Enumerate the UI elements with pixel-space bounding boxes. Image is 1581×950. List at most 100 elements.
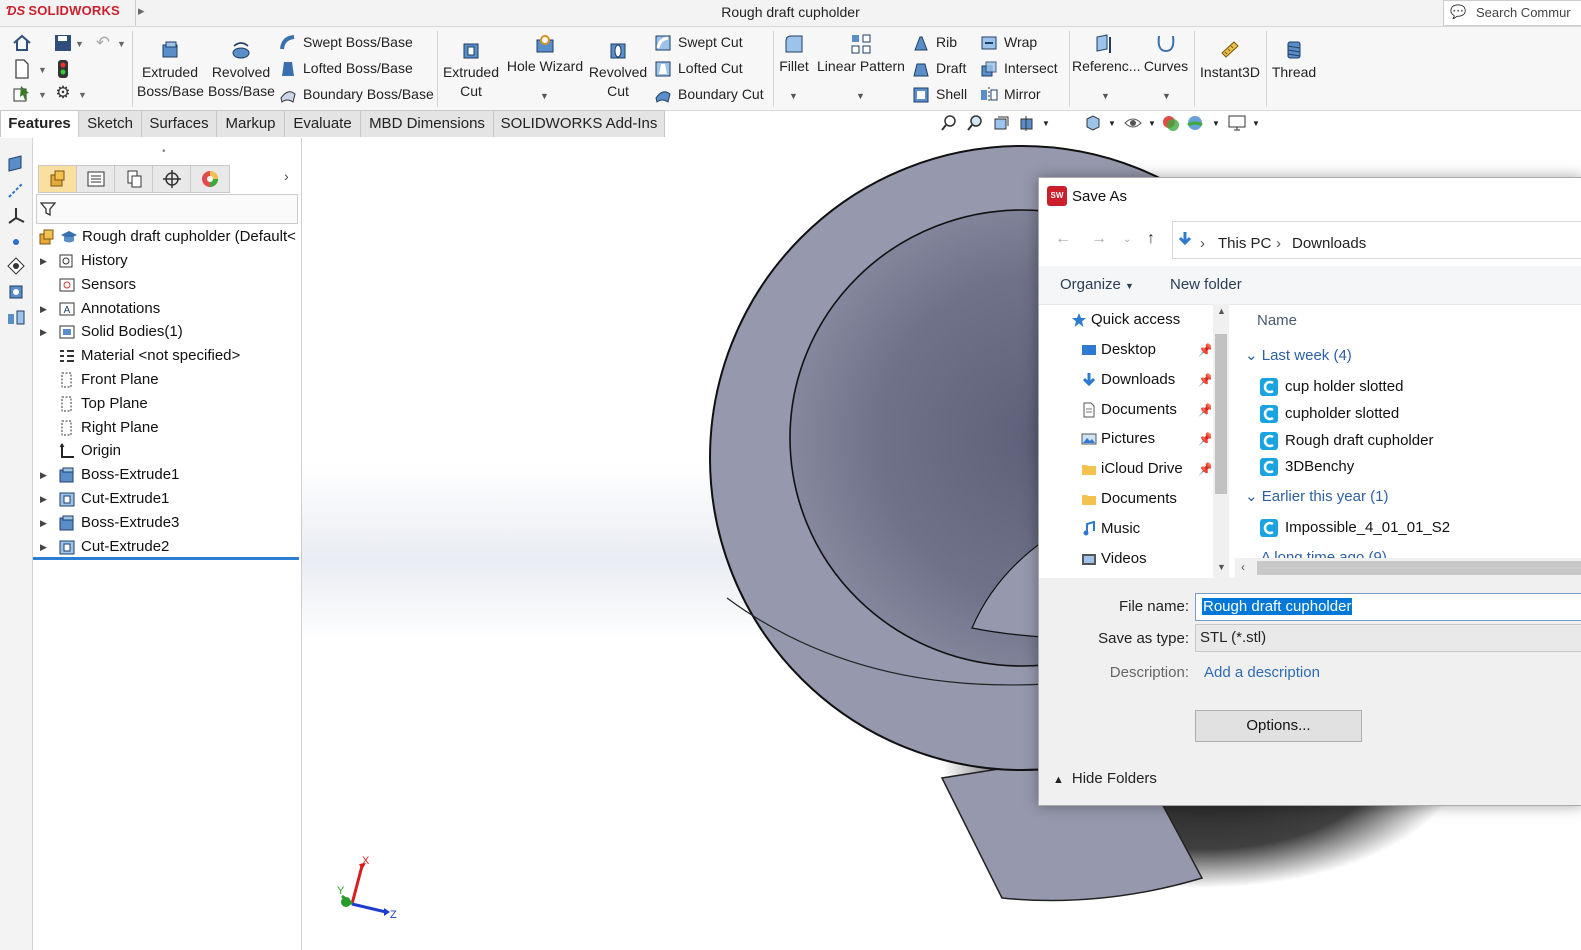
settings-dropdown-icon[interactable]: ▼ (1252, 119, 1270, 137)
organize-menu[interactable]: Organize ▼ (1060, 276, 1134, 293)
dialog-title-bar[interactable]: SW Save As (1039, 178, 1581, 214)
tab-mbd-dimensions[interactable]: MBD Dimensions (360, 110, 494, 137)
mirror-button[interactable]: Mirror (980, 82, 1041, 106)
mate-reference-icon[interactable] (6, 256, 26, 276)
options-button[interactable]: Options... (1195, 710, 1362, 742)
extruded-cut-button[interactable]: Extruded Cut (440, 35, 502, 101)
expand-arrow-icon[interactable]: ▶ (40, 487, 47, 511)
lofted-cut-button[interactable]: Lofted Cut (654, 56, 743, 80)
boundary-cut-button[interactable]: Boundary Cut (654, 82, 764, 106)
new-dropdown-icon[interactable]: ▼ (38, 65, 47, 75)
select-icon[interactable] (11, 84, 33, 109)
search-commands-box[interactable]: 💬 Search Commur (1443, 0, 1581, 26)
expand-arrow-icon[interactable]: ▶ (40, 535, 47, 559)
nav-item[interactable]: Videos (1081, 545, 1209, 573)
point-icon[interactable] (6, 232, 26, 252)
thread-button[interactable]: Thread (1270, 35, 1318, 82)
view-settings-monitor-icon[interactable] (1228, 114, 1246, 132)
new-document-icon[interactable] (11, 59, 33, 84)
fillet-button[interactable]: Fillet (777, 29, 811, 76)
group-collapse-chevron-icon[interactable]: ⌄ (1245, 488, 1262, 505)
tabs-expand-chevron-icon[interactable]: › (284, 168, 289, 184)
fillet-dropdown-icon[interactable]: ▼ (789, 91, 798, 101)
sketch-plane-icon[interactable] (6, 154, 26, 174)
tab-features[interactable]: Features (0, 110, 79, 137)
display-manager-tab[interactable] (190, 165, 230, 193)
intersect-button[interactable]: Intersect (980, 56, 1058, 80)
options-gear-icon[interactable]: ⚙ (52, 83, 74, 103)
tab-solidworks-add-ins[interactable]: SOLIDWORKS Add-Ins (493, 110, 665, 137)
display-style-icon[interactable] (1124, 114, 1142, 132)
revolved-boss-button[interactable]: Revolved Boss/Base (208, 35, 275, 101)
linear-pattern-dropdown-icon[interactable]: ▼ (856, 91, 865, 101)
reference-dropdown-icon[interactable]: ▼ (1101, 91, 1110, 101)
section-view-icon[interactable] (1018, 114, 1036, 132)
linear-pattern-button[interactable]: Linear Pattern (816, 29, 906, 76)
configurationmanager-tab[interactable] (114, 165, 154, 193)
save-dropdown-icon[interactable]: ▼ (75, 39, 84, 49)
recent-locations-chevron-icon[interactable]: ⌄ (1123, 234, 1131, 245)
expand-arrow-icon[interactable]: ▶ (40, 511, 47, 535)
save-icon[interactable] (52, 33, 74, 58)
forward-arrow-icon[interactable]: → (1091, 230, 1107, 248)
tree-rollback-bar[interactable] (33, 557, 299, 560)
curves-button[interactable]: Curves (1140, 29, 1192, 76)
solidworks-logo[interactable]: ƊS SOLIDWORKS ▸ (6, 3, 145, 19)
hole-wizard-dropdown-icon[interactable]: ▼ (540, 91, 549, 101)
draft-button[interactable]: Draft (912, 56, 966, 80)
rebuild-traffic-light-icon[interactable] (52, 59, 74, 84)
undo-dropdown-icon[interactable]: ▼ (117, 39, 126, 49)
rib-button[interactable]: Rib (912, 30, 957, 54)
tab-evaluate[interactable]: Evaluate (284, 110, 361, 137)
measure-icon[interactable] (6, 308, 26, 328)
reference-geometry-button[interactable]: Referenc... (1072, 29, 1140, 76)
nav-item[interactable]: iCloud Drive 📌 (1081, 455, 1211, 483)
nav-item[interactable]: Desktop 📌 (1081, 336, 1211, 364)
instant3d-button[interactable]: Instant3D (1197, 35, 1263, 82)
breadcrumb-downloads[interactable]: Downloads (1292, 235, 1366, 252)
hide-folders-toggle[interactable]: ▲ Hide Folders (1053, 770, 1157, 787)
lofted-boss-button[interactable]: Lofted Boss/Base (279, 56, 413, 80)
file-group-header[interactable]: ⌄ Last week (4) (1245, 346, 1352, 364)
view-dropdown-icon[interactable]: ▼ (1042, 119, 1060, 137)
edit-appearance-icon[interactable] (1162, 114, 1180, 132)
home-icon[interactable] (11, 33, 33, 58)
file-group-header[interactable]: ⌄ Earlier this year (1) (1245, 487, 1388, 505)
select-dropdown-icon[interactable]: ▼ (38, 90, 47, 100)
line-dashed-icon[interactable] (6, 180, 26, 200)
add-description-link[interactable]: Add a description (1204, 664, 1320, 681)
expand-arrow-icon[interactable]: ▶ (40, 320, 47, 344)
expand-arrow-icon[interactable]: ▶ (40, 249, 47, 273)
expand-arrow-icon[interactable]: ▶ (40, 297, 47, 321)
zoom-to-area-icon[interactable] (966, 114, 984, 132)
panel-grip-dot[interactable]: • (162, 146, 166, 157)
curves-dropdown-icon[interactable]: ▼ (1162, 91, 1171, 101)
tab-surfaces[interactable]: Surfaces (141, 110, 217, 137)
back-arrow-icon[interactable]: ← (1055, 230, 1071, 248)
file-name-input[interactable]: Rough draft cupholder (1195, 593, 1581, 621)
bounding-box-icon[interactable] (6, 282, 26, 302)
tab-markup[interactable]: Markup (216, 110, 285, 137)
wrap-button[interactable]: Wrap (980, 30, 1037, 54)
column-header-name[interactable]: Name (1257, 312, 1297, 329)
tree-filter-box[interactable] (36, 194, 298, 224)
coordinate-system-icon[interactable] (6, 206, 26, 226)
boundary-boss-button[interactable]: Boundary Boss/Base (279, 82, 434, 106)
tab-sketch[interactable]: Sketch (78, 110, 142, 137)
extruded-boss-button[interactable]: Extruded Boss/Base (137, 35, 204, 101)
options-dropdown-icon[interactable]: ▼ (78, 90, 87, 100)
nav-item[interactable]: Documents 📌 (1081, 396, 1211, 424)
nav-item[interactable]: Music (1081, 515, 1209, 543)
nav-item[interactable]: Downloads 📌 (1081, 366, 1211, 394)
zoom-to-fit-icon[interactable] (940, 114, 958, 132)
view-orientation-icon[interactable] (1084, 114, 1102, 132)
save-as-type-select[interactable]: STL (*.stl) (1195, 624, 1581, 652)
nav-item[interactable]: Pictures 📌 (1081, 425, 1211, 453)
hole-wizard-button[interactable]: Hole Wizard (505, 29, 585, 76)
up-folder-arrow-icon[interactable]: ↑ (1147, 230, 1155, 248)
swept-boss-button[interactable]: Swept Boss/Base (279, 30, 413, 54)
address-breadcrumb-box[interactable]: › This PC › Downloads (1172, 221, 1581, 259)
breadcrumb-this-pc[interactable]: This PC (1218, 235, 1271, 252)
previous-view-icon[interactable] (992, 114, 1010, 132)
nav-vertical-scrollbar[interactable]: ▲ ▼ (1213, 304, 1229, 578)
